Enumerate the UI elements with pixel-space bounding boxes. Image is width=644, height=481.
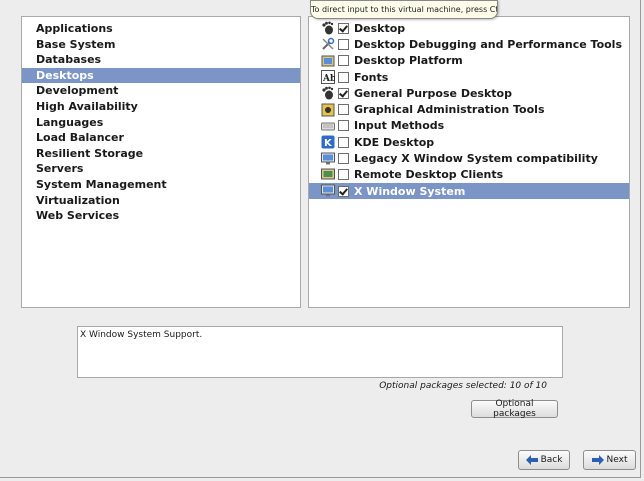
category-servers[interactable]: Servers [22, 161, 300, 177]
package-group-kde-desktop[interactable]: K KDE Desktop [309, 134, 629, 150]
category-list-panel: Applications Base System Databases Desktops… [21, 16, 301, 308]
fonts-icon: Ab [321, 70, 335, 85]
category-load-balancer[interactable]: Load Balancer [22, 130, 300, 146]
category-list: Applications Base System Databases Desktops… [22, 17, 300, 224]
package-group-label: X Window System [354, 184, 466, 198]
monitor-icon [321, 152, 335, 166]
package-group-checkbox[interactable] [338, 120, 349, 132]
category-databases[interactable]: Databases [22, 52, 300, 68]
svg-text:Ab: Ab [322, 74, 335, 84]
package-group-list: Desktop Desktop Debugging and Performance… [309, 17, 629, 200]
category-development[interactable]: Development [22, 83, 300, 99]
package-group-general-purpose-desktop[interactable]: General Purpose Desktop [309, 85, 629, 101]
next-button-label: Next [606, 455, 628, 465]
package-group-label: Input Methods [354, 119, 445, 133]
package-group-label: Fonts [354, 70, 389, 84]
package-group-input-methods[interactable]: Input Methods [309, 118, 629, 134]
package-group-desktop[interactable]: Desktop [309, 20, 629, 36]
desktop-platform-icon [321, 54, 335, 68]
package-group-label: Desktop Platform [354, 54, 463, 68]
package-group-label: Graphical Administration Tools [354, 103, 545, 117]
optional-packages-count: Optional packages selected: 10 of 10 [379, 381, 547, 391]
svg-text:K: K [324, 138, 333, 149]
back-button-label: Back [540, 455, 563, 465]
package-group-desktop-debugging-and-performance-tools[interactable]: Desktop Debugging and Performance Tools [309, 36, 629, 52]
package-group-label: Remote Desktop Clients [354, 168, 504, 182]
package-group-x-window-system[interactable]: X Window System [309, 182, 629, 200]
package-group-checkbox[interactable] [338, 153, 349, 165]
package-group-checkbox[interactable] [338, 38, 349, 50]
package-group-desktop-platform[interactable]: Desktop Platform [309, 53, 629, 69]
package-group-checkbox[interactable] [338, 71, 349, 83]
package-group-remote-desktop-clients[interactable]: Remote Desktop Clients [309, 167, 629, 183]
category-base-system[interactable]: Base System [22, 37, 300, 53]
gnome-foot-icon [321, 21, 335, 35]
admin-tools-icon [321, 103, 335, 117]
package-group-label: Desktop [354, 21, 406, 35]
keyboard-icon [321, 119, 335, 133]
category-high-availability[interactable]: High Availability [22, 99, 300, 115]
category-web-services[interactable]: Web Services [22, 208, 300, 224]
package-group-checkbox[interactable] [338, 169, 349, 181]
package-group-label: General Purpose Desktop [354, 86, 512, 100]
next-button[interactable]: Next [583, 450, 636, 470]
gnome-foot-icon [321, 86, 335, 100]
package-group-checkbox[interactable] [338, 22, 349, 34]
tools-icon [321, 37, 335, 51]
optional-packages-button-label: Optional packages [493, 399, 536, 419]
category-virtualization[interactable]: Virtualization [22, 193, 300, 209]
category-languages[interactable]: Languages [22, 115, 300, 131]
package-group-checkbox[interactable] [338, 136, 349, 148]
package-group-list-panel: Desktop Desktop Debugging and Performance… [308, 16, 630, 308]
category-system-management[interactable]: System Management [22, 177, 300, 193]
group-description-box: X Window System Support. [77, 326, 563, 378]
kde-icon: K [321, 135, 335, 149]
package-group-legacy-x-window-system-compatibility[interactable]: Legacy X Window System compatibility [309, 150, 629, 166]
package-group-checkbox[interactable] [338, 104, 349, 116]
package-group-label: Desktop Debugging and Performance Tools [354, 37, 622, 51]
monitor-icon [321, 184, 335, 198]
package-group-graphical-administration-tools[interactable]: Graphical Administration Tools [309, 101, 629, 117]
category-desktops[interactable]: Desktops [22, 67, 300, 84]
category-applications[interactable]: Applications [22, 21, 300, 37]
vm-input-tooltip: To direct input to this virtual machine,… [310, 0, 498, 19]
package-group-label: KDE Desktop [354, 135, 435, 149]
next-arrow-icon [591, 455, 604, 465]
back-arrow-icon [525, 455, 538, 465]
group-description-text: X Window System Support. [80, 330, 203, 340]
package-group-checkbox[interactable] [338, 55, 349, 67]
optional-packages-button[interactable]: Optional packages [471, 399, 558, 419]
category-resilient-storage[interactable]: Resilient Storage [22, 146, 300, 162]
back-button[interactable]: Back [518, 450, 570, 470]
package-group-fonts[interactable]: Ab Fonts [309, 69, 629, 85]
remote-desktop-icon [321, 168, 335, 182]
package-group-label: Legacy X Window System compatibility [354, 152, 598, 166]
package-group-checkbox[interactable] [338, 87, 349, 99]
package-group-checkbox[interactable] [338, 185, 349, 197]
